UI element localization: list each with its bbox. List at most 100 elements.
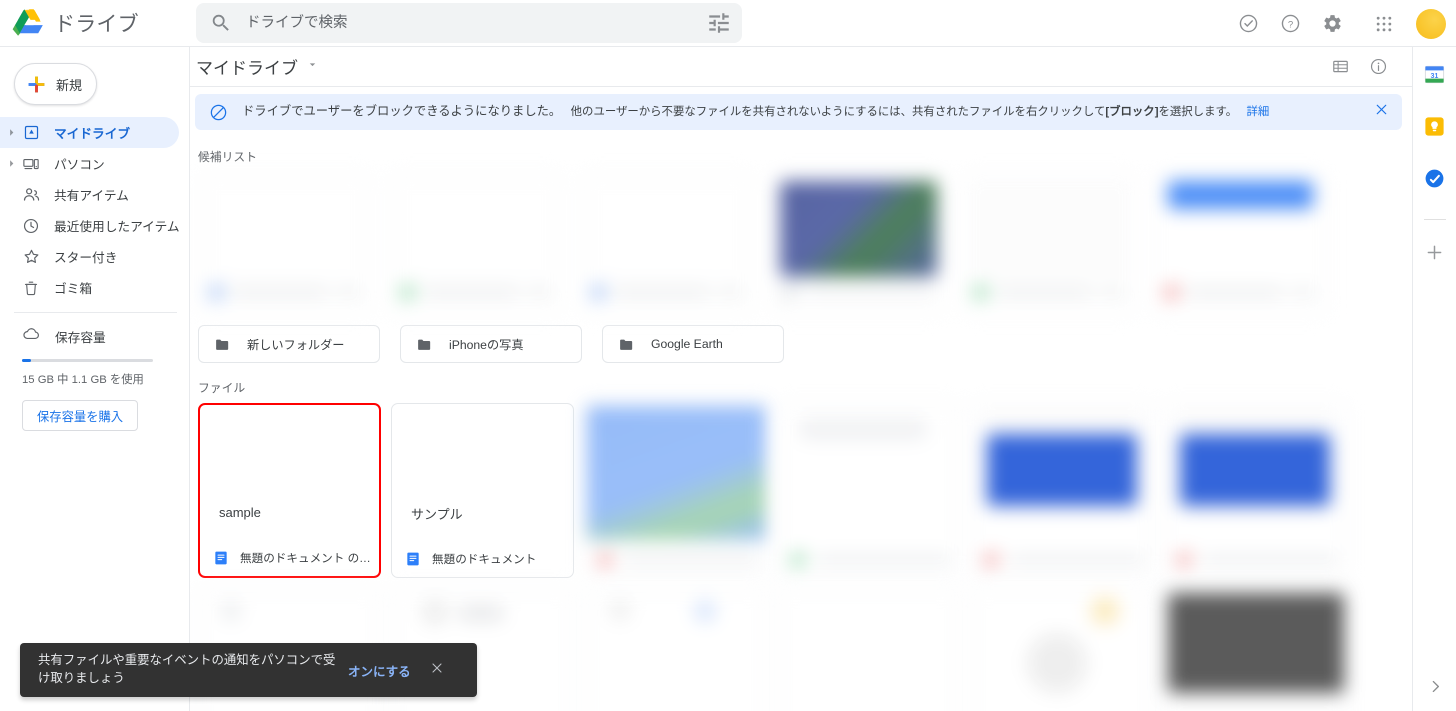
chevron-right-icon[interactable] bbox=[4, 158, 18, 169]
support-check-icon[interactable] bbox=[1232, 8, 1264, 40]
folders-row: 新しいフォルダー iPhoneの写真 Google Earth bbox=[190, 325, 1412, 363]
svg-text:31: 31 bbox=[1430, 73, 1438, 80]
expand-panel-button[interactable] bbox=[1413, 678, 1456, 695]
suggested-card[interactable] bbox=[1153, 172, 1328, 316]
sidebar-item-label: パソコン bbox=[54, 158, 105, 172]
suggested-card[interactable] bbox=[580, 172, 755, 316]
help-circle-icon[interactable]: ? bbox=[1274, 8, 1306, 40]
folder-chip[interactable]: Google Earth bbox=[602, 325, 784, 363]
file-card[interactable]: サンプル 無題のドキュメント bbox=[391, 403, 574, 578]
files-section-title: ファイル bbox=[198, 381, 246, 395]
google-calendar-icon[interactable]: 31 bbox=[1423, 63, 1447, 87]
people-shared-icon bbox=[20, 185, 42, 204]
folder-name: iPhoneの写真 bbox=[449, 338, 524, 352]
sidebar-item-shared[interactable]: 共有アイテム bbox=[0, 179, 179, 210]
sidebar-item-my-drive[interactable]: マイドライブ bbox=[0, 117, 179, 148]
folder-icon bbox=[214, 336, 231, 353]
add-addon-button[interactable] bbox=[1424, 242, 1445, 268]
google-keep-icon[interactable] bbox=[1423, 115, 1447, 139]
file-card[interactable] bbox=[777, 403, 960, 578]
computer-icon bbox=[20, 155, 42, 173]
banner-text-part3: を選択します。 bbox=[1158, 106, 1238, 119]
file-subtitle: 無題のドキュメント bbox=[432, 553, 537, 566]
tune-filter-icon[interactable] bbox=[706, 10, 732, 36]
new-button[interactable]: 新規 bbox=[14, 63, 97, 105]
file-card[interactable] bbox=[777, 588, 960, 711]
cloud-icon bbox=[22, 324, 41, 348]
breadcrumb[interactable]: マイドライブ bbox=[196, 54, 319, 79]
file-card[interactable] bbox=[584, 588, 767, 711]
sidebar-item-label: 共有アイテム bbox=[54, 189, 129, 203]
file-title: sample bbox=[219, 505, 261, 520]
suggested-card[interactable] bbox=[389, 172, 564, 316]
apps-grid-icon[interactable] bbox=[1368, 8, 1400, 40]
close-icon[interactable] bbox=[429, 660, 445, 681]
file-title: サンプル bbox=[411, 507, 463, 522]
svg-text:?: ? bbox=[1287, 19, 1292, 30]
header-view-actions bbox=[1324, 51, 1412, 83]
new-button-label: 新規 bbox=[56, 77, 83, 93]
chevron-down-icon[interactable] bbox=[306, 58, 319, 76]
drive-brand-label: ドライブ bbox=[54, 13, 139, 36]
banner-learn-more-link[interactable]: 詳細 bbox=[1247, 106, 1270, 118]
files-row: sample 無題のドキュメント の翻訳… サンプル 無題のドキュメント bbox=[190, 403, 1412, 578]
avatar[interactable] bbox=[1416, 8, 1446, 39]
google-drive-logo-icon bbox=[10, 6, 48, 40]
file-card[interactable] bbox=[584, 403, 767, 578]
plus-icon bbox=[26, 74, 47, 95]
sidebar-item-computers[interactable]: パソコン bbox=[0, 148, 179, 179]
trash-icon bbox=[20, 279, 42, 297]
buy-storage-button[interactable]: 保存容量を購入 bbox=[22, 400, 139, 431]
content-scroll-area[interactable]: ドライブでユーザーをブロックできるようになりました。 他のユーザーから不要なファ… bbox=[190, 87, 1412, 711]
suggested-card[interactable] bbox=[771, 172, 946, 316]
file-card[interactable] bbox=[970, 403, 1153, 578]
file-card[interactable]: sample 無題のドキュメント の翻訳… bbox=[198, 403, 381, 578]
top-app-bar: ドライブ ? bbox=[0, 0, 1456, 47]
storage-progress-bar bbox=[22, 359, 153, 362]
my-drive-icon bbox=[20, 124, 42, 141]
toast-action-button[interactable]: オンにする bbox=[348, 661, 411, 680]
suggested-section-title: 候補リスト bbox=[198, 150, 257, 164]
file-subtitle: 無題のドキュメント の翻訳… bbox=[240, 552, 371, 565]
chevron-right-icon[interactable] bbox=[4, 127, 18, 138]
storage-progress-fill bbox=[22, 359, 32, 362]
left-sidebar: 新規 マイドライブ パソコン 共有アイテム 最近使用したアイテム スター付き ゴ… bbox=[0, 47, 190, 711]
notification-toast: 共有ファイルや重要なイベントの通知をパソコンで受け取りましょう オンにする bbox=[20, 643, 477, 697]
gear-icon[interactable] bbox=[1316, 8, 1348, 40]
sidebar-item-recent[interactable]: 最近使用したアイテム bbox=[0, 210, 180, 241]
main-content: マイドライブ ドライブでユーザーをブロックできるようになりました。 他のユーザー… bbox=[190, 47, 1412, 711]
sidebar-item-label: ゴミ箱 bbox=[54, 282, 93, 296]
banner-text-part2: 他のユーザーから不要なファイルを共有されないようにするには、共有されたファイルを… bbox=[570, 106, 1106, 119]
search-box[interactable] bbox=[196, 3, 742, 43]
suggested-card[interactable] bbox=[962, 172, 1137, 316]
search-input[interactable] bbox=[244, 14, 706, 32]
close-icon[interactable] bbox=[1359, 101, 1390, 123]
rail-divider bbox=[1423, 219, 1446, 220]
folder-icon bbox=[416, 336, 433, 353]
folder-chip[interactable]: iPhoneの写真 bbox=[400, 325, 582, 363]
sidebar-divider bbox=[14, 312, 177, 313]
sidebar-item-label: 最近使用したアイテム bbox=[54, 220, 180, 234]
sidebar-item-starred[interactable]: スター付き bbox=[0, 241, 179, 272]
banner-text-strong: [ブロック] bbox=[1105, 106, 1159, 119]
file-card[interactable] bbox=[1163, 588, 1346, 711]
right-side-panel: 31 bbox=[1412, 47, 1456, 711]
storage-usage-text: 15 GB 中 1.1 GB を使用 bbox=[22, 374, 144, 386]
sidebar-item-storage[interactable]: 保存容量 bbox=[0, 321, 189, 351]
search-area bbox=[196, 0, 746, 46]
drive-brand[interactable]: ドライブ bbox=[0, 6, 190, 40]
folder-name: Google Earth bbox=[651, 337, 723, 351]
suggested-card[interactable] bbox=[198, 172, 373, 316]
storage-label: 保存容量 bbox=[55, 330, 106, 345]
file-card[interactable] bbox=[1163, 403, 1346, 578]
list-view-icon[interactable] bbox=[1324, 51, 1356, 83]
folder-chip[interactable]: 新しいフォルダー bbox=[198, 325, 380, 363]
google-docs-icon bbox=[405, 551, 421, 567]
clock-recent-icon bbox=[20, 217, 42, 235]
sidebar-item-trash[interactable]: ゴミ箱 bbox=[0, 272, 179, 303]
google-tasks-icon[interactable] bbox=[1423, 167, 1447, 191]
info-circle-icon[interactable] bbox=[1362, 51, 1394, 83]
file-card[interactable] bbox=[970, 588, 1153, 711]
folder-name: 新しいフォルダー bbox=[247, 338, 345, 352]
google-docs-icon bbox=[213, 550, 229, 566]
